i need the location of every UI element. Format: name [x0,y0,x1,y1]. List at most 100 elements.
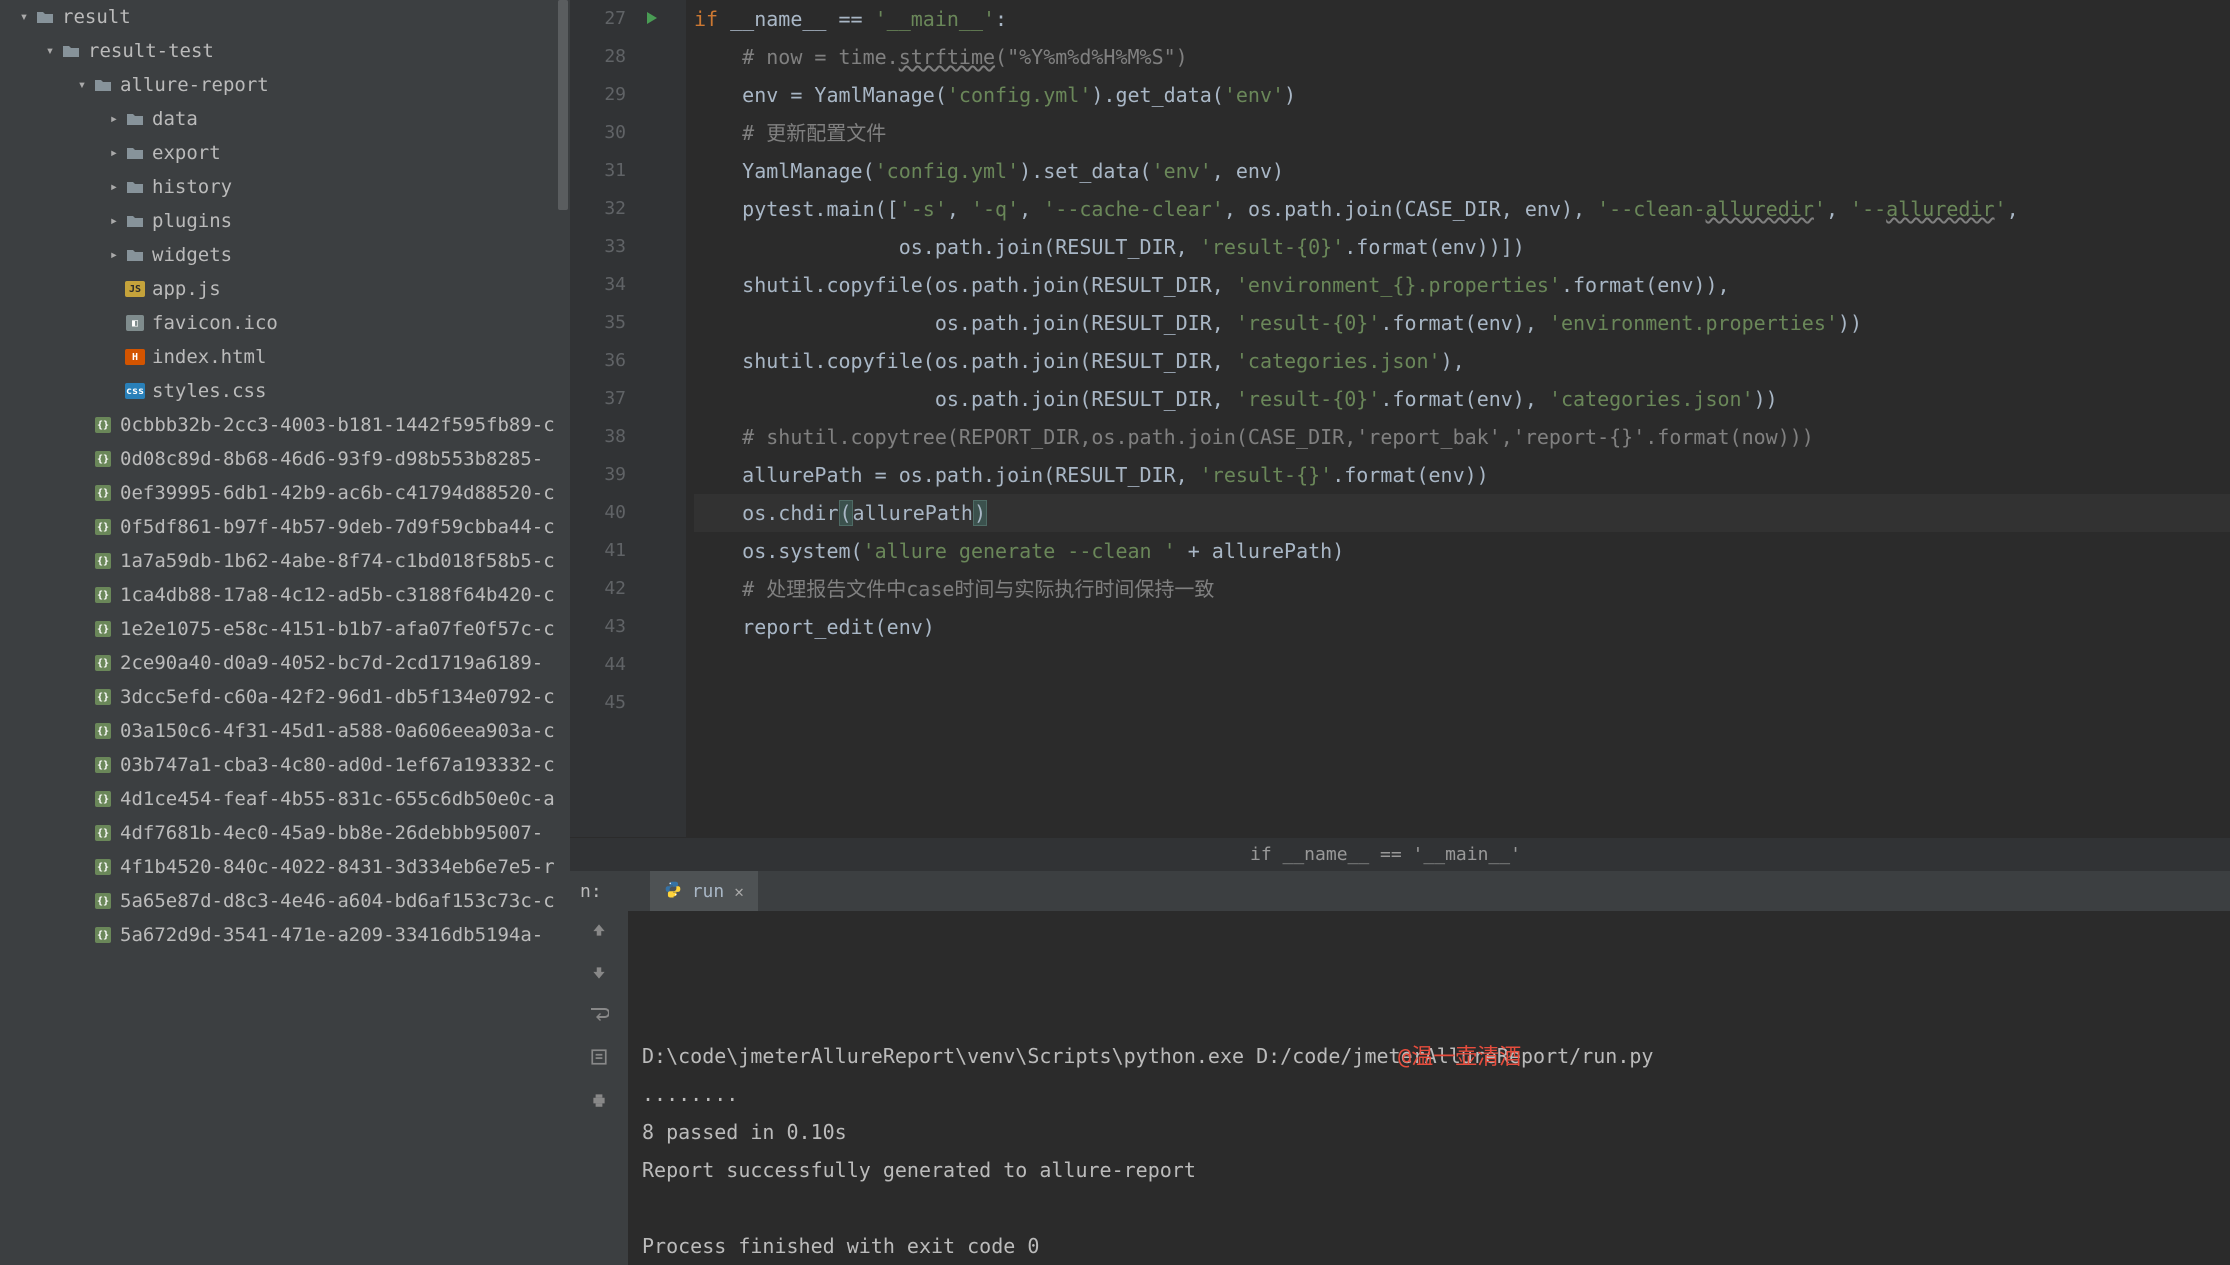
tree-item-label: result [62,6,131,28]
code-line[interactable]: # 处理报告文件中case时间与实际执行时间保持一致 [694,570,2230,608]
tree-folder[interactable]: ▾result [0,0,570,34]
code-line[interactable]: YamlManage('config.yml').set_data('env',… [694,152,2230,190]
soft-wrap-icon[interactable] [589,1007,609,1028]
tree-file[interactable]: {}03a150c6-4f31-45d1-a588-0a606eea903a-c [0,714,570,748]
line-number: 28 [570,38,626,76]
line-number: 37 [570,380,626,418]
tree-file[interactable]: {}4df7681b-4ec0-45a9-bb8e-26debbb95007- [0,816,570,850]
code-line[interactable]: # 更新配置文件 [694,114,2230,152]
tree-folder[interactable]: ▸widgets [0,238,570,272]
code-line[interactable]: report_edit(env) [694,608,2230,646]
line-number: 33 [570,228,626,266]
tree-item-label: 2ce90a40-d0a9-4052-bc7d-2cd1719a6189- [120,652,543,674]
chevron-right-icon: ▸ [104,213,124,229]
code-line[interactable]: shutil.copyfile(os.path.join(RESULT_DIR,… [694,266,2230,304]
code-line[interactable]: pytest.main(['-s', '-q', '--cache-clear'… [694,190,2230,228]
tree-file[interactable]: {}0cbbb32b-2cc3-4003-b181-1442f595fb89-c [0,408,570,442]
code-line[interactable]: if __name__ == '__main__': [694,0,2230,38]
tree-item-label: styles.css [152,380,266,402]
tree-folder[interactable]: ▸plugins [0,204,570,238]
print-icon[interactable] [590,1091,608,1114]
code-line[interactable]: # shutil.copytree(REPORT_DIR,os.path.joi… [694,418,2230,456]
line-number: 32 [570,190,626,228]
tree-item-label: 0d08c89d-8b68-46d6-93f9-d98b553b8285- [120,448,543,470]
tree-item-label: history [152,176,232,198]
line-number: 36 [570,342,626,380]
tree-item-label: 1ca4db88-17a8-4c12-ad5b-c3188f64b420-c [120,584,555,606]
code-line[interactable]: os.system('allure generate --clean ' + a… [694,532,2230,570]
tree-file[interactable]: {}1e2e1075-e58c-4151-b1b7-afa07fe0f57c-c… [0,612,570,646]
gutter-icons [640,0,670,837]
tree-folder[interactable]: ▾allure-report [0,68,570,102]
code-line[interactable]: # now = time.strftime("%Y%m%d%H%M%S") [694,38,2230,76]
code-line[interactable]: env = YamlManage('config.yml').get_data(… [694,76,2230,114]
line-number: 30 [570,114,626,152]
tree-item-label: 5a65e87d-d8c3-4e46-a604-bd6af153c73c-c [120,890,555,912]
code-line[interactable]: os.path.join(RESULT_DIR, 'result-{0}'.fo… [694,304,2230,342]
tree-file[interactable]: {}1a7a59db-1b62-4abe-8f74-c1bd018f58b5-c [0,544,570,578]
tree-file[interactable]: JSapp.js [0,272,570,306]
line-number: 29 [570,76,626,114]
code-line[interactable]: shutil.copyfile(os.path.join(RESULT_DIR,… [694,342,2230,380]
tree-item-label: index.html [152,346,266,368]
tree-folder[interactable]: ▸history [0,170,570,204]
run-tab-label: run [692,881,725,902]
run-tab[interactable]: run ✕ [650,871,758,911]
tree-folder[interactable]: ▾ result-test [0,34,570,68]
console-line: 8 passed in 0.10s [642,1113,2230,1151]
chevron-down-icon: ▾ [40,43,60,59]
up-arrow-icon[interactable] [590,921,608,944]
tree-file[interactable]: {}03b747a1-cba3-4c80-ad0d-1ef67a193332-c [0,748,570,782]
tree-item-label: 03a150c6-4f31-45d1-a588-0a606eea903a-c [120,720,555,742]
console-line: ........ [642,1075,2230,1113]
tree-item-label: favicon.ico [152,312,278,334]
down-arrow-icon[interactable] [590,964,608,987]
line-number: 41 [570,532,626,570]
line-number: 31 [570,152,626,190]
sidebar-scrollbar[interactable] [556,0,570,1265]
fold-column [670,0,686,837]
code-line[interactable]: os.chdir(allurePath) [694,494,2230,532]
tree-file[interactable]: {}5a672d9d-3541-471e-a209-33416db5194a- [0,918,570,952]
tree-folder[interactable]: ▸data [0,102,570,136]
run-gutter-icon[interactable] [644,10,660,31]
tree-file[interactable]: {}3dcc5efd-c60a-42f2-96d1-db5f134e0792-c… [0,680,570,714]
tree-file[interactable]: {}0f5df861-b97f-4b57-9deb-7d9f59cbba44-c… [0,510,570,544]
tree-file[interactable]: ◧favicon.ico [0,306,570,340]
tree-file[interactable]: {}1ca4db88-17a8-4c12-ad5b-c3188f64b420-c [0,578,570,612]
line-number: 40 [570,494,626,532]
tree-file[interactable]: {}4f1b4520-840c-4022-8431-3d334eb6e7e5-r [0,850,570,884]
tree-item-label: export [152,142,221,164]
tree-folder[interactable]: ▸export [0,136,570,170]
console-output[interactable]: @温一壶清酒 D:\code\jmeterAllureReport\venv\S… [628,911,2230,1265]
tree-file[interactable]: Hindex.html [0,340,570,374]
console-toolbar [570,911,628,1265]
line-number: 27 [570,0,626,38]
line-number: 45 [570,684,626,722]
run-tool-tabbar: n: run ✕ [570,871,2230,911]
code-line[interactable]: os.path.join(RESULT_DIR, 'result-{0}'.fo… [694,380,2230,418]
code-line[interactable]: allurePath = os.path.join(RESULT_DIR, 'r… [694,456,2230,494]
tree-item-label: result-test [88,40,214,62]
scroll-to-end-icon[interactable] [590,1048,608,1071]
tree-file[interactable]: cssstyles.css [0,374,570,408]
code-editor[interactable]: 27282930313233343536373839404142434445 i… [570,0,2230,837]
line-number: 43 [570,608,626,646]
line-number: 38 [570,418,626,456]
tree-item-label: 0f5df861-b97f-4b57-9deb-7d9f59cbba44-cc [120,516,566,538]
tree-file[interactable]: {}4d1ce454-feaf-4b55-831c-655c6db50e0c-a [0,782,570,816]
tree-file[interactable]: {}0d08c89d-8b68-46d6-93f9-d98b553b8285- [0,442,570,476]
close-icon[interactable]: ✕ [734,882,744,901]
tree-item-label: 4f1b4520-840c-4022-8431-3d334eb6e7e5-r [120,856,555,878]
project-tree-panel: ▾result▾result-test▾allure-report▸data▸e… [0,0,570,1265]
editor-breadcrumb[interactable]: if __name__ == '__main__' [570,837,2230,871]
tree-file[interactable]: {}0ef39995-6db1-42b9-ac6b-c41794d88520-c [0,476,570,510]
line-number: 35 [570,304,626,342]
line-number: 42 [570,570,626,608]
line-number-gutter: 27282930313233343536373839404142434445 [570,0,640,837]
tree-file[interactable]: {}5a65e87d-d8c3-4e46-a604-bd6af153c73c-c [0,884,570,918]
tree-item-label: 1e2e1075-e58c-4151-b1b7-afa07fe0f57c-cc [120,618,566,640]
code-line[interactable]: os.path.join(RESULT_DIR, 'result-{0}'.fo… [694,228,2230,266]
tree-file[interactable]: {}2ce90a40-d0a9-4052-bc7d-2cd1719a6189- [0,646,570,680]
tree-item-label: 4d1ce454-feaf-4b55-831c-655c6db50e0c-a [120,788,555,810]
